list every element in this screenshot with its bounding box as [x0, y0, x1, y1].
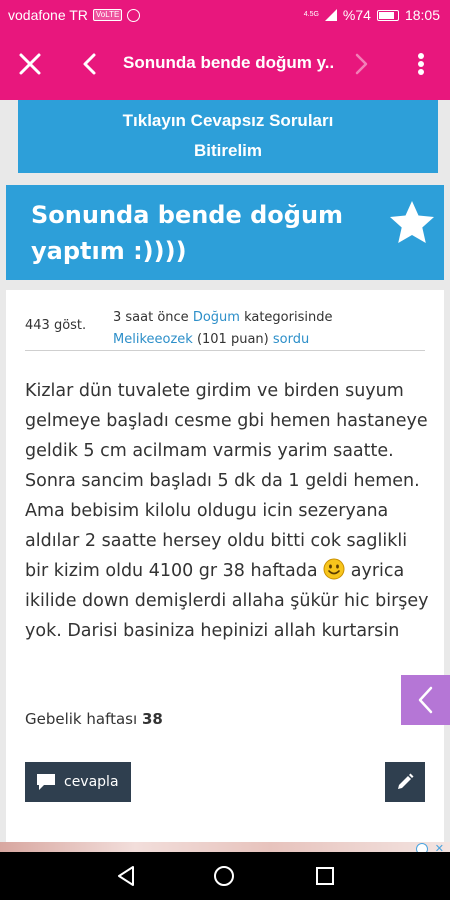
reply-button[interactable]: cevapla [25, 762, 131, 802]
question-meta: 3 saat önce Doğum kategorisinde Melikeeo… [113, 307, 332, 351]
network-type: 4.5G [303, 11, 319, 18]
page-title: Sonunda bende doğum y... [123, 53, 333, 72]
smiley-emoji-icon [323, 558, 345, 580]
nav-home-icon[interactable] [213, 865, 235, 887]
whatsapp-icon [127, 8, 141, 22]
star-icon[interactable] [386, 197, 438, 249]
author-points: (101 puan) [192, 332, 273, 347]
side-drawer-tab[interactable] [401, 675, 450, 725]
time-ago: 3 saat önce [113, 310, 193, 325]
question-card: 443 göst. 3 saat önce Doğum kategorisind… [6, 290, 444, 842]
status-bar: vodafone TR VoLTE 4.5G %74 18:05 [0, 0, 450, 30]
carrier-name: vodafone TR [8, 7, 88, 23]
category-suffix: kategorisinde [239, 310, 333, 325]
question-title: Sonunda bende doğum yaptım :)))) [31, 201, 344, 265]
nav-recents-icon[interactable] [314, 865, 336, 887]
system-navigation-bar [0, 852, 450, 900]
tag-label: Gebelik haftası [25, 710, 142, 728]
volte-badge: VoLTE [92, 9, 123, 21]
battery-icon [376, 9, 399, 21]
category-link[interactable]: Doğum [193, 310, 240, 325]
banner-line-1: Tıklayın Cevapsız Soruları [122, 111, 334, 130]
asked-label: sordu [272, 332, 310, 347]
question-header: Sonunda bende doğum yaptım :)))) [6, 185, 444, 280]
signal-icon [324, 9, 337, 21]
divider [25, 350, 425, 351]
pencil-icon [398, 773, 414, 789]
unanswered-questions-banner[interactable]: Tıklayın Cevapsız Soruları Bitirelim [18, 100, 438, 173]
clock: 18:05 [404, 7, 440, 23]
forward-arrow-icon[interactable] [352, 50, 372, 78]
back-arrow-icon[interactable] [78, 50, 102, 78]
banner-line-2: Bitirelim [193, 141, 263, 160]
comment-icon [37, 774, 55, 790]
tag-value: 38 [141, 710, 163, 728]
reply-button-label: cevapla [64, 774, 119, 790]
view-count: 443 göst. [25, 318, 87, 333]
pregnancy-week-tag: Gebelik haftası 38 [25, 710, 163, 728]
author-link[interactable]: Melikeeozek [113, 332, 193, 347]
question-body: Kizlar dün tuvalete girdim ve birden suy… [25, 376, 430, 646]
battery-percent: %74 [342, 7, 371, 23]
chevron-left-icon [418, 686, 432, 714]
close-icon[interactable] [16, 50, 44, 78]
question-body-text-1: Kizlar dün tuvalete girdim ve birden suy… [25, 381, 428, 581]
nav-back-icon[interactable] [115, 865, 137, 887]
app-bar: Sonunda bende doğum y... [0, 30, 450, 100]
edit-button[interactable] [385, 762, 425, 802]
ad-banner[interactable] [0, 842, 450, 852]
more-vert-icon[interactable] [412, 50, 430, 78]
